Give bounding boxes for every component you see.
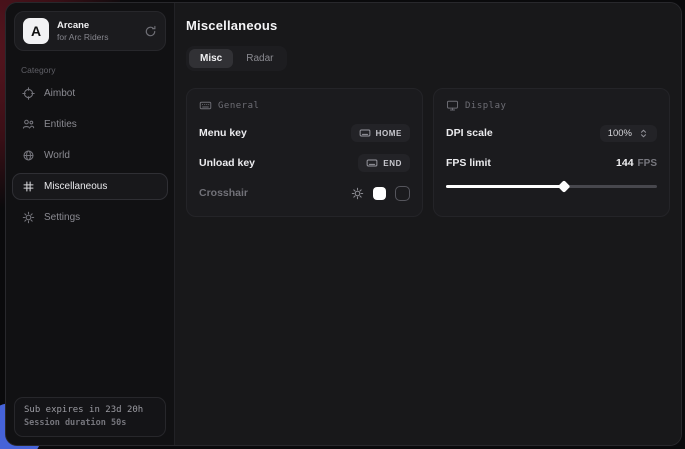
sub-expiry-text: Sub expires in 23d 20h — [24, 404, 156, 418]
brand-card[interactable]: A Arcane for Arc Riders — [14, 11, 166, 51]
display-card: Display DPI scale 100% — [433, 88, 670, 217]
monitor-icon — [446, 99, 459, 112]
general-card: General Menu key HOME — [186, 88, 423, 217]
sidebar: A Arcane for Arc Riders Category — [6, 3, 175, 445]
crosshair-label: Crosshair — [199, 187, 248, 199]
chevron-up-down-icon — [638, 128, 649, 139]
crosshair-enable-checkbox[interactable] — [395, 186, 410, 201]
keyboard-icon — [359, 127, 371, 139]
fps-limit-row: FPS limit 144 FPS — [446, 154, 657, 172]
crosshair-settings-gear-icon[interactable] — [351, 187, 364, 200]
sidebar-item-miscellaneous[interactable]: Miscellaneous — [12, 173, 168, 200]
tab-bar: Misc Radar — [186, 46, 287, 71]
dpi-scale-row: DPI scale 100% — [446, 124, 657, 142]
unload-key-label: Unload key — [199, 157, 255, 169]
menu-key-bind-button[interactable]: HOME — [351, 124, 410, 142]
sidebar-item-entities[interactable]: Entities — [12, 111, 168, 138]
dpi-scale-label: DPI scale — [446, 127, 493, 139]
display-card-title: Display — [465, 101, 506, 111]
unload-key-row: Unload key END — [199, 154, 410, 172]
crosshair-icon — [22, 87, 35, 100]
gear-icon — [22, 211, 35, 224]
tab-misc[interactable]: Misc — [189, 49, 233, 68]
brand-subtitle: for Arc Riders — [57, 32, 136, 43]
tab-radar[interactable]: Radar — [235, 49, 284, 68]
sync-icon[interactable] — [144, 25, 157, 38]
menu-key-row: Menu key HOME — [199, 124, 410, 142]
sidebar-nav: Aimbot Entities — [6, 80, 174, 231]
dpi-scale-select[interactable]: 100% — [600, 125, 657, 142]
globe-icon — [22, 149, 35, 162]
menu-key-value: HOME — [376, 129, 402, 138]
brand-title: Arcane — [57, 20, 136, 32]
keyboard-icon — [199, 99, 212, 112]
crosshair-controls — [351, 186, 410, 201]
keyboard-icon — [366, 157, 378, 169]
main-content: Miscellaneous Misc Radar Gene — [175, 3, 681, 445]
display-card-header: Display — [446, 99, 657, 112]
brand-avatar: A — [23, 18, 49, 44]
slider-thumb[interactable] — [558, 180, 571, 193]
sidebar-item-label: World — [44, 150, 70, 161]
fps-unit: FPS — [638, 158, 657, 169]
desktop-background: A Arcane for Arc Riders Category — [0, 0, 685, 449]
unload-key-value: END — [383, 159, 402, 168]
menu-key-label: Menu key — [199, 127, 247, 139]
slider-fill — [446, 185, 564, 188]
sidebar-item-label: Miscellaneous — [44, 181, 107, 192]
crosshair-row: Crosshair — [199, 184, 410, 202]
app-window: A Arcane for Arc Riders Category — [5, 2, 682, 446]
sidebar-item-world[interactable]: World — [12, 142, 168, 169]
page-title: Miscellaneous — [186, 18, 670, 33]
subscription-status-card: Sub expires in 23d 20h Session duration … — [14, 397, 166, 437]
fps-limit-slider[interactable] — [446, 182, 657, 191]
category-label: Category — [21, 65, 174, 75]
sidebar-item-aimbot[interactable]: Aimbot — [12, 80, 168, 107]
sidebar-item-label: Settings — [44, 212, 80, 223]
session-duration-text: Session duration 50s — [24, 417, 156, 430]
settings-cards: General Menu key HOME — [186, 88, 670, 217]
sidebar-item-label: Aimbot — [44, 88, 75, 99]
crosshair-color-swatch[interactable] — [373, 187, 386, 200]
sidebar-item-label: Entities — [44, 119, 77, 130]
dpi-scale-value: 100% — [608, 128, 632, 139]
fps-limit-value: 144 FPS — [616, 157, 657, 169]
general-card-header: General — [199, 99, 410, 112]
fps-number: 144 — [616, 157, 634, 169]
sidebar-item-settings[interactable]: Settings — [12, 204, 168, 231]
brand-text: Arcane for Arc Riders — [57, 20, 136, 43]
entities-icon — [22, 118, 35, 131]
fps-limit-label: FPS limit — [446, 157, 491, 169]
grid-icon — [22, 180, 35, 193]
general-card-title: General — [218, 101, 259, 111]
unload-key-bind-button[interactable]: END — [358, 154, 410, 172]
